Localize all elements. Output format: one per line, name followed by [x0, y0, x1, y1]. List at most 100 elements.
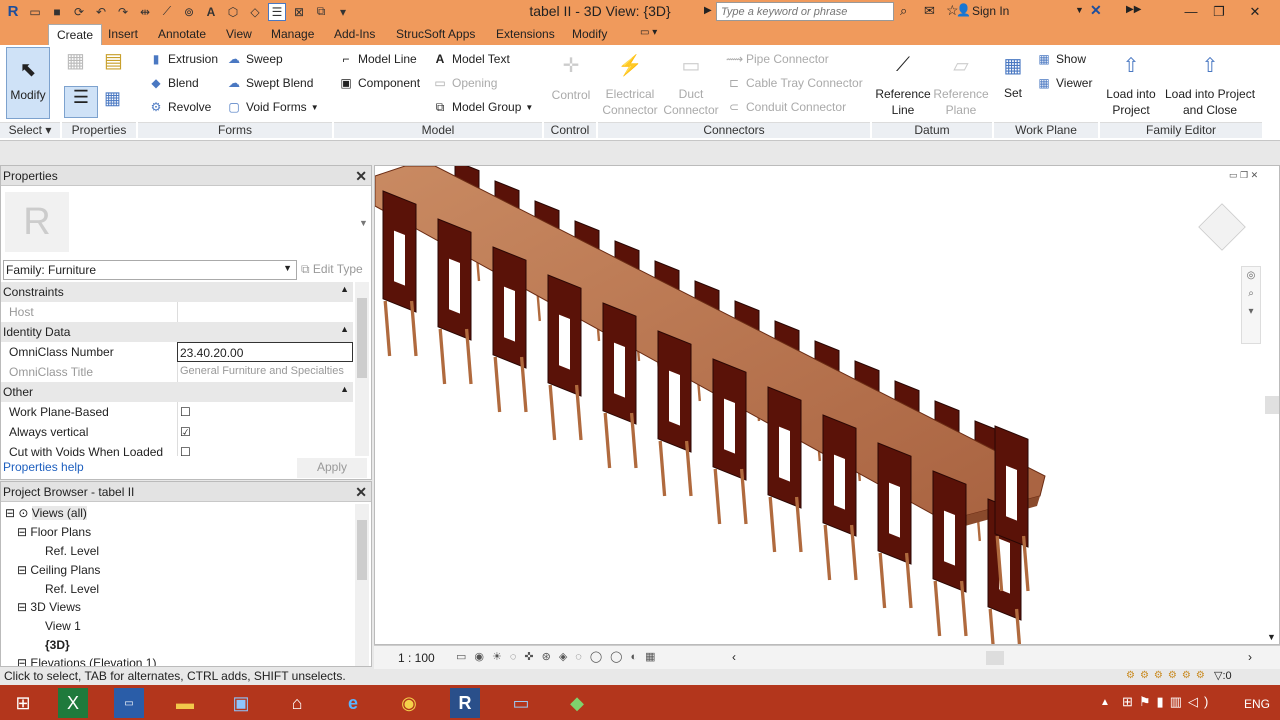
home-icon[interactable]: ⌂ [282, 688, 312, 718]
expand-arrow-icon[interactable]: ▶ [704, 5, 712, 16]
sync-icon[interactable]: ⟳ [70, 3, 88, 21]
viewport-scroll-down-icon[interactable]: ▼ [1267, 632, 1276, 642]
more-arrow-icon[interactable]: ▶▶ [1126, 4, 1141, 15]
always-vertical-checkbox[interactable]: ☑ [177, 422, 353, 442]
excel-icon[interactable]: X [58, 688, 88, 718]
apply-button[interactable]: Apply [297, 458, 367, 478]
tab-view[interactable]: View [226, 27, 252, 41]
modify-button[interactable]: ⬉ Modify [6, 47, 50, 119]
exchange-icon[interactable]: ✕ [1090, 2, 1102, 19]
tray-icons[interactable]: ⊞⚑▮▥◁) [1122, 694, 1214, 710]
group-identity-data[interactable]: Identity Data ▲ [1, 322, 353, 342]
cable-tray-connector-button[interactable]: ⊏ Cable Tray Connector [726, 75, 863, 91]
scrollbar-thumb[interactable] [357, 298, 367, 378]
load-into-project-button[interactable]: ⇧ Load into Project [1102, 50, 1160, 118]
ribbon-minimize-icon[interactable]: ▭ ▾ [640, 27, 657, 38]
extrusion-button[interactable]: ▮ Extrusion [148, 51, 218, 67]
omniclass-number-value[interactable]: 23.40.20.00 [177, 342, 353, 362]
tab-modify[interactable]: Modify [572, 27, 607, 41]
navigation-bar[interactable]: ◎ ⌕ ▾ [1241, 266, 1261, 344]
void-forms-button[interactable]: ▢ Void Forms ▼ [226, 99, 318, 115]
tag-icon[interactable]: ⊚ [180, 3, 198, 21]
tree-elevations[interactable]: ⊟ Elevations (Elevation 1) [17, 656, 156, 666]
tab-create[interactable]: Create [48, 24, 103, 45]
undo-icon[interactable]: ↶ [92, 3, 110, 21]
viewer-button[interactable]: ▦ Viewer [1036, 75, 1092, 91]
status-icons[interactable]: ⚙⚙⚙⚙⚙⚙ [1126, 670, 1210, 681]
viewport-vscrollbar[interactable] [1265, 396, 1279, 414]
windows-start-icon[interactable]: ⊞ [8, 688, 38, 718]
control-button[interactable]: ✛ Control [548, 50, 594, 110]
thin-lines-icon[interactable]: ☰ [268, 2, 286, 21]
revit-icon[interactable]: R [450, 688, 480, 718]
tree-floor-plans[interactable]: ⊟ Floor Plans [17, 525, 91, 539]
maximize-icon[interactable]: ❐ [1204, 0, 1234, 23]
file-explorer-icon[interactable]: ▬ [170, 688, 200, 718]
electrical-connector-button[interactable]: ⚡ Electrical Connector [600, 50, 660, 118]
group-constraints[interactable]: Constraints ▲ [1, 282, 353, 302]
tab-strucsoft[interactable]: StrucSoft Apps [396, 27, 475, 41]
redo-icon[interactable]: ↷ [114, 3, 132, 21]
3d-model-render[interactable] [375, 166, 1280, 645]
dimension-icon[interactable]: ⟋ [158, 3, 176, 21]
switch-windows-icon[interactable]: ⧉ [312, 3, 330, 21]
tree-ref-level-ceiling[interactable]: Ref. Level [45, 582, 99, 596]
properties-icon[interactable]: ☰ [64, 86, 98, 118]
screen-recorder-icon[interactable]: ▭ [506, 688, 536, 718]
work-plane-based-checkbox[interactable]: ☐ [177, 402, 353, 422]
show-workplane-button[interactable]: ▦ Show [1036, 51, 1086, 67]
properties-close-icon[interactable]: ✕ [355, 168, 367, 185]
save-icon[interactable]: ■ [48, 3, 66, 21]
close-icon[interactable]: ✕ [1240, 0, 1270, 23]
tab-extensions[interactable]: Extensions [496, 27, 555, 41]
hscroll-thumb[interactable] [986, 651, 1004, 665]
tree-view-1[interactable]: View 1 [45, 619, 81, 633]
type-selector-arrow-icon[interactable]: ▼ [359, 218, 368, 228]
family-types-icon[interactable]: ▤ [104, 48, 132, 76]
tab-add-ins[interactable]: Add-Ins [334, 27, 375, 41]
reference-plane-button[interactable]: ▱ Reference Plane [932, 50, 990, 118]
tab-insert[interactable]: Insert [108, 27, 138, 41]
tree-views-all[interactable]: ⊟ ⊙ Views (all) [5, 506, 87, 520]
hscroll-right-icon[interactable]: › [1248, 650, 1252, 664]
model-group-button[interactable]: ⧉ Model Group ▼ [432, 99, 534, 115]
family-dropdown[interactable]: Family: Furniture ▼ [3, 260, 297, 280]
browser-scrollbar[interactable] [355, 504, 369, 666]
sign-in-button[interactable]: Sign In [972, 4, 1009, 18]
store-icon[interactable]: ▣ [226, 688, 256, 718]
tab-annotate[interactable]: Annotate [158, 27, 206, 41]
cut-with-voids-checkbox[interactable]: ☐ [177, 442, 353, 456]
type-properties-icon[interactable]: ▦ [104, 88, 134, 116]
tab-manage[interactable]: Manage [271, 27, 314, 41]
panel-select[interactable]: Select ▾ [0, 122, 60, 138]
section-icon[interactable]: ◇ [246, 3, 264, 21]
viewport-window-controls[interactable]: ▭ ❐ ✕ [1229, 170, 1258, 181]
internet-explorer-icon[interactable]: e [338, 688, 368, 718]
open-icon[interactable]: ▭ [26, 3, 44, 21]
view-scale[interactable]: 1 : 100 [398, 651, 435, 665]
pipe-connector-button[interactable]: ⟿ Pipe Connector [726, 51, 829, 67]
subscription-icon[interactable]: ✉ [924, 3, 935, 19]
signin-dropdown-icon[interactable]: ▼ [1075, 5, 1084, 15]
hscroll-left-icon[interactable]: ‹ [732, 650, 736, 664]
3d-viewport[interactable]: ▭ ❐ ✕ ◎ ⌕ ▾ ▼ [374, 165, 1280, 645]
minimize-icon[interactable]: — [1176, 0, 1206, 23]
opening-button[interactable]: ▭ Opening [432, 75, 497, 91]
component-button[interactable]: ▣ Component [338, 75, 420, 91]
chrome-icon[interactable]: ◉ [394, 688, 424, 718]
model-text-button[interactable]: A Model Text [432, 51, 510, 67]
tree-3d-views[interactable]: ⊟ 3D Views [17, 600, 81, 614]
swept-blend-button[interactable]: ☁ Swept Blend [226, 75, 313, 91]
binoculars-icon[interactable]: ⌕ [900, 3, 907, 19]
close-hidden-icon[interactable]: ⊠ [290, 3, 308, 21]
measure-icon[interactable]: ⇹ [136, 3, 154, 21]
text-icon[interactable]: A [202, 3, 220, 21]
load-into-project-close-button[interactable]: ⇧ Load into Project and Close [1160, 50, 1260, 118]
type-selector-thumbnail[interactable]: R [5, 192, 69, 252]
tree-ceiling-plans[interactable]: ⊟ Ceiling Plans [17, 563, 100, 577]
app-menu-icon[interactable]: R [4, 3, 22, 21]
reference-line-button[interactable]: ⟋ Reference Line [874, 50, 932, 118]
set-workplane-button[interactable]: ▦ Set [996, 50, 1030, 101]
scrollbar-thumb[interactable] [357, 520, 367, 580]
lenovo-icon[interactable]: ▭ [114, 688, 144, 718]
